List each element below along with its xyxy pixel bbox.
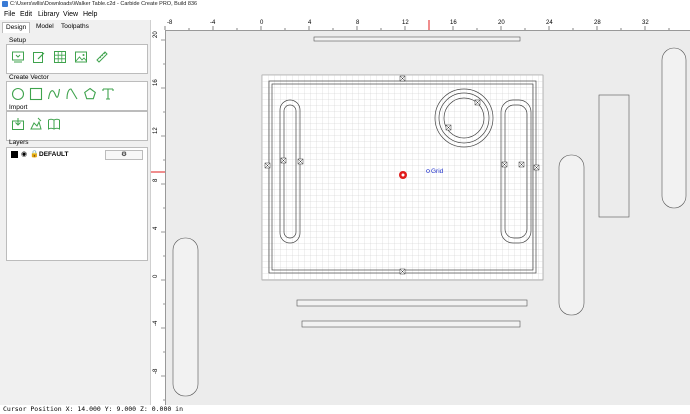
ruler-tick-label: 4 [153, 226, 159, 230]
import-vector-icon[interactable] [11, 117, 25, 131]
tab-model[interactable]: Model [33, 22, 57, 32]
title-bar: C:\Users\wllis\Downloads\Walker Table.c2… [0, 0, 690, 9]
ruler-tick-label: 20 [498, 20, 505, 26]
import-image-icon[interactable] [29, 117, 43, 131]
side-block-part [598, 94, 630, 218]
ruler-tick-label: 20 [153, 31, 159, 38]
grid-label[interactable]: Grid [431, 168, 443, 175]
polygon-icon[interactable] [83, 87, 97, 101]
ruler-tick-label: 32 [642, 20, 649, 26]
curve-icon[interactable] [47, 87, 61, 101]
app-icon [2, 1, 8, 7]
section-layers: Layers [9, 139, 29, 146]
ruler-tick-label: 16 [153, 79, 159, 86]
ruler-tick-label: 0 [260, 20, 264, 26]
canvas-drawing [172, 36, 687, 397]
ruler-tick-label: -8 [153, 368, 159, 374]
setup-tools [6, 44, 148, 74]
measure-icon[interactable] [95, 50, 109, 64]
library-book-icon[interactable] [47, 117, 61, 131]
right-leg-part [661, 47, 687, 209]
menu-edit[interactable]: Edit [20, 9, 32, 20]
section-create-vector: Create Vector [9, 74, 49, 81]
status-bar: Cursor Position X: 14.000 Y: 9.000 Z: 0.… [0, 405, 690, 414]
ruler-tick-label: 0 [153, 274, 159, 278]
polyline-icon[interactable] [65, 87, 79, 101]
text-icon[interactable] [101, 87, 115, 101]
ruler-tick-label: 8 [356, 20, 360, 26]
circle-icon[interactable] [11, 87, 25, 101]
image-icon[interactable] [74, 50, 88, 64]
ruler-tick-label: 16 [450, 20, 457, 26]
ruler-tick-label: -8 [167, 20, 173, 26]
bottom-rail-part [301, 320, 521, 328]
ruler-tick-label: 12 [402, 20, 409, 26]
job-setup-icon[interactable] [11, 50, 25, 64]
top-rail-part [313, 36, 521, 42]
section-setup: Setup [9, 37, 26, 44]
menu-bar: File Edit Library View Help [0, 9, 690, 20]
ruler-vertical: 20 16 12 8 4 0 -4 -8 [151, 30, 166, 406]
eye-icon[interactable]: ◉ [21, 150, 27, 159]
ruler-tick-label: 4 [308, 20, 312, 26]
lock-icon[interactable]: 🔒 [30, 150, 39, 159]
rectangle-icon[interactable] [29, 87, 43, 101]
ruler-tick-label: 24 [546, 20, 553, 26]
layer-row[interactable]: ◉ 🔒 DEFAULT ⚙ [9, 150, 145, 160]
layer-color-swatch[interactable] [11, 151, 18, 158]
ruler-tick-label: -4 [153, 320, 159, 326]
ruler-horizontal: -8 -4 0 4 8 12 16 20 24 28 32 [151, 20, 690, 31]
tab-design[interactable]: Design [2, 22, 31, 33]
import-tools [6, 111, 148, 141]
ruler-tick-label: -4 [210, 20, 216, 26]
design-canvas[interactable]: Grid -8 -4 0 4 8 12 16 20 24 28 32 20 16… [151, 20, 690, 406]
cursor-position: Cursor Position X: 14.000 Y: 9.000 Z: 0.… [3, 405, 184, 413]
design-panel: Design Model Toolpaths Setup Create Vect… [0, 20, 151, 406]
ruler-tick-label: 28 [594, 20, 601, 26]
center-leg-part [558, 154, 585, 316]
edit-icon[interactable] [32, 50, 46, 64]
lower-rail-part [296, 299, 528, 307]
menu-view[interactable]: View [63, 9, 78, 20]
ruler-tick-label: 12 [153, 127, 159, 134]
layer-name: DEFAULT [39, 151, 69, 158]
tab-toolpaths[interactable]: Toolpaths [58, 22, 92, 32]
menu-file[interactable]: File [4, 9, 15, 20]
layers-list: ◉ 🔒 DEFAULT ⚙ [6, 147, 148, 261]
window-title: C:\Users\wllis\Downloads\Walker Table.c2… [10, 1, 198, 7]
left-leg-part [172, 237, 199, 397]
menu-help[interactable]: Help [83, 9, 97, 20]
grid-icon[interactable] [53, 50, 67, 64]
ruler-tick-label: 8 [153, 178, 159, 182]
section-import: Import [9, 104, 28, 111]
menu-library[interactable]: Library [38, 9, 59, 20]
gear-icon[interactable]: ⚙ [105, 150, 143, 160]
